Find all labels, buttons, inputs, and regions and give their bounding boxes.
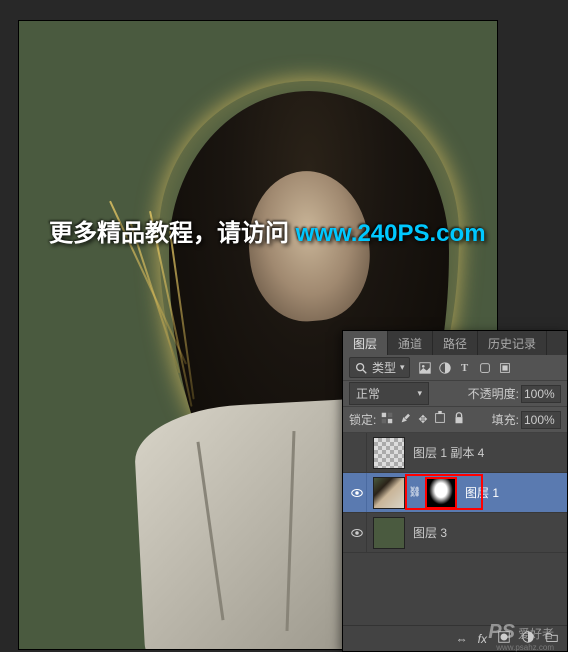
banner-prefix: 更多精品教程，请访问 <box>49 220 296 247</box>
smartobject-filter-icon[interactable] <box>498 361 512 375</box>
blend-mode-select[interactable]: 正常 ▾ <box>349 382 429 405</box>
type-filter-icon[interactable]: T <box>458 361 472 375</box>
layer-name[interactable]: 图层 1 <box>465 484 499 501</box>
visibility-toggle[interactable] <box>347 513 367 552</box>
banner-url: www.240PS.com <box>296 220 486 247</box>
layer-name[interactable]: 图层 1 副本 4 <box>413 444 484 461</box>
lock-pixels-icon[interactable] <box>399 411 413 428</box>
layer-row[interactable]: 图层 1 副本 4 <box>343 433 567 473</box>
layers-panel: 图层 通道 路径 历史记录 类型 ▾ T 正常 ▾ 不透明度: 100% 锁定: <box>342 330 568 652</box>
layer-name[interactable]: 图层 3 <box>413 524 447 541</box>
fill-input[interactable]: 100% <box>521 411 561 429</box>
watermark-url: www.psahz.com <box>496 643 554 652</box>
opacity-label: 不透明度: <box>468 385 519 402</box>
adjustment-filter-icon[interactable] <box>438 361 452 375</box>
chevron-down-icon: ▾ <box>417 388 422 399</box>
layer-mask-thumbnail[interactable] <box>425 477 457 509</box>
layer-thumbnail[interactable] <box>373 437 405 469</box>
link-mask-icon[interactable]: ⛓ <box>409 487 421 498</box>
lock-icons: ✥ <box>380 411 465 428</box>
filter-kind-label: 类型 <box>372 359 396 376</box>
layer-row[interactable]: 图层 3 <box>343 513 567 553</box>
layers-list: 图层 1 副本 4 ⛓ 图层 1 图层 3 <box>343 433 567 625</box>
filter-icons: T <box>418 361 512 375</box>
visibility-toggle[interactable] <box>347 433 367 472</box>
eye-icon <box>350 526 364 540</box>
fx-icon[interactable]: fx <box>478 632 487 646</box>
shape-filter-icon[interactable] <box>478 361 492 375</box>
filter-row: 类型 ▾ T <box>343 355 567 381</box>
watermark-cn: 爱好者 <box>518 625 554 642</box>
tab-history[interactable]: 历史记录 <box>478 331 547 355</box>
opacity-group: 不透明度: 100% <box>468 385 561 403</box>
watermark-logo: PS <box>488 621 515 644</box>
lock-artboard-icon[interactable] <box>433 411 447 428</box>
chevron-down-icon: ▾ <box>400 362 405 373</box>
fill-group: 填充: 100% <box>492 411 561 429</box>
search-icon <box>354 361 368 375</box>
image-filter-icon[interactable] <box>418 361 432 375</box>
fill-label: 填充: <box>492 411 519 428</box>
panel-tabs: 图层 通道 路径 历史记录 <box>343 331 567 355</box>
blend-mode-value: 正常 <box>356 385 380 402</box>
filter-kind-select[interactable]: 类型 ▾ <box>349 357 410 378</box>
banner-text: 更多精品教程，请访问 www.240PS.com <box>49 213 486 248</box>
lock-label: 锁定: <box>349 411 376 428</box>
lock-transparency-icon[interactable] <box>380 411 394 428</box>
layer-thumbnail[interactable] <box>373 477 405 509</box>
layer-row[interactable]: ⛓ 图层 1 <box>343 473 567 513</box>
watermark: PS 爱好者 <box>488 621 554 644</box>
opacity-input[interactable]: 100% <box>521 385 561 403</box>
lock-all-icon[interactable] <box>452 411 466 428</box>
link-layers-icon[interactable]: ⇔ <box>456 632 468 646</box>
lock-position-icon[interactable]: ✥ <box>418 413 427 426</box>
tab-paths[interactable]: 路径 <box>433 331 478 355</box>
eye-icon <box>350 486 364 500</box>
blend-row: 正常 ▾ 不透明度: 100% <box>343 381 567 407</box>
tab-layers[interactable]: 图层 <box>343 331 388 355</box>
layer-thumbnail[interactable] <box>373 517 405 549</box>
visibility-toggle[interactable] <box>347 473 367 512</box>
tab-channels[interactable]: 通道 <box>388 331 433 355</box>
lock-row: 锁定: ✥ 填充: 100% <box>343 407 567 433</box>
